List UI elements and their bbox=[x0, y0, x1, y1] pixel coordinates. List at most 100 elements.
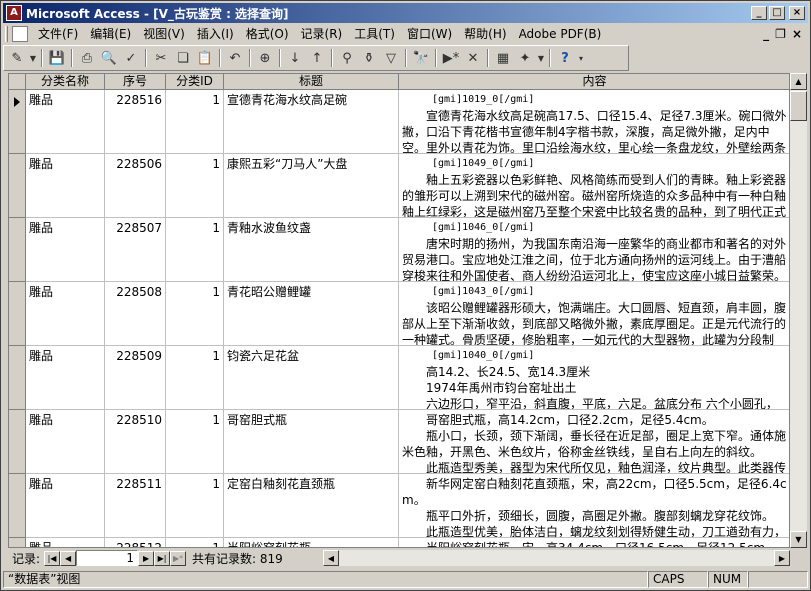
cell-title[interactable]: 当阳峪窑刻花瓶 bbox=[224, 538, 399, 547]
select-all-corner[interactable] bbox=[9, 74, 26, 90]
dropdown-arrow-icon[interactable]: ▼ bbox=[536, 47, 546, 69]
scroll-up-icon[interactable]: ▲ bbox=[790, 73, 807, 90]
spelling-icon[interactable]: ✓ bbox=[120, 47, 142, 69]
cell-category[interactable]: 雕品 bbox=[26, 218, 105, 281]
record-selector[interactable] bbox=[9, 346, 26, 410]
close-button[interactable]: × bbox=[789, 6, 805, 20]
new-record-icon[interactable]: ▶* bbox=[440, 47, 462, 69]
scroll-right-icon[interactable]: ▶ bbox=[774, 550, 790, 566]
paste-icon[interactable]: 📋 bbox=[194, 47, 216, 69]
help-icon[interactable]: ? bbox=[554, 47, 576, 69]
menu-file[interactable]: 文件(F) bbox=[32, 25, 84, 43]
menu-insert[interactable]: 插入(I) bbox=[191, 25, 240, 43]
cell-category-id[interactable]: 1 bbox=[166, 282, 224, 345]
vertical-scrollbar[interactable]: ▲ ▼ bbox=[790, 73, 807, 548]
cell-category-id[interactable]: 1 bbox=[166, 410, 224, 473]
cell-title[interactable]: 哥窑胆式瓶 bbox=[224, 410, 399, 473]
maximize-button[interactable]: □ bbox=[769, 6, 785, 20]
last-record-icon[interactable]: ▶| bbox=[154, 550, 171, 566]
table-row[interactable]: 雕品 228512 1 当阳峪窑刻花瓶 当阳峪窑刻花瓶，宋，高34.4cm，口径… bbox=[26, 538, 789, 547]
horizontal-scrollbar[interactable]: ◀ ▶ bbox=[323, 550, 790, 566]
cell-category-id[interactable]: 1 bbox=[166, 154, 224, 217]
cell-category[interactable]: 雕品 bbox=[26, 282, 105, 345]
menu-adobe-pdf[interactable]: Adobe PDF(B) bbox=[513, 25, 608, 43]
menu-grip[interactable] bbox=[5, 26, 8, 42]
filter-by-selection-icon[interactable]: ⚲ bbox=[336, 47, 358, 69]
print-preview-icon[interactable]: 🔍 bbox=[98, 47, 120, 69]
title-bar[interactable]: A Microsoft Access - [V_古玩鉴赏 : 选择查询] _ □… bbox=[3, 3, 808, 23]
previous-record-icon[interactable]: ◀ bbox=[60, 550, 77, 566]
menu-tools[interactable]: 工具(T) bbox=[348, 25, 401, 43]
table-row[interactable]: 雕品 228510 1 哥窑胆式瓶 哥窑胆式瓶，高14.2cm，口径2.2cm，… bbox=[26, 410, 789, 474]
record-selector[interactable] bbox=[9, 154, 26, 218]
cell-title[interactable]: 宣德青花海水纹高足碗 bbox=[224, 90, 399, 153]
current-record-input[interactable]: 1 bbox=[76, 550, 139, 566]
sort-descending-icon[interactable]: ↑ bbox=[306, 47, 328, 69]
view-icon[interactable]: ✎ bbox=[6, 47, 28, 69]
table-row[interactable]: 雕品 228509 1 钧瓷六足花盆 [gmi]1040_0[/gmi] 高14… bbox=[26, 346, 789, 410]
cell-seq[interactable]: 228507 bbox=[105, 218, 166, 281]
cell-content[interactable]: [gmi]1019_0[/gmi] 宣德青花海水纹高足碗高17.5、口径15.4… bbox=[399, 90, 789, 153]
cell-title[interactable]: 青花昭公赠鲤罐 bbox=[224, 282, 399, 345]
cell-content[interactable]: [gmi]1049_0[/gmi] 釉上五彩瓷器以色彩鲜艳、风格简练而受到人们的… bbox=[399, 154, 789, 217]
database-window-icon[interactable]: ▦ bbox=[492, 47, 514, 69]
menu-help[interactable]: 帮助(H) bbox=[458, 25, 512, 43]
copy-icon[interactable]: ❏ bbox=[172, 47, 194, 69]
minimize-button[interactable]: _ bbox=[751, 6, 767, 20]
menu-view[interactable]: 视图(V) bbox=[137, 25, 191, 43]
cell-category-id[interactable]: 1 bbox=[166, 218, 224, 281]
next-record-icon[interactable]: ▶ bbox=[138, 550, 155, 566]
cell-seq[interactable]: 228512 bbox=[105, 538, 166, 547]
cell-content[interactable]: 当阳峪窑刻花瓶，宋，高34.4cm，口径16.5cm，足径12.5cm。 bbox=[399, 538, 789, 547]
mdi-restore-button[interactable]: ❐ bbox=[775, 27, 786, 41]
first-record-icon[interactable]: |◀ bbox=[44, 550, 61, 566]
sort-ascending-icon[interactable]: ↓ bbox=[284, 47, 306, 69]
hyperlink-icon[interactable]: ⊕ bbox=[254, 47, 276, 69]
cell-content[interactable]: [gmi]1043_0[/gmi] 该昭公赠鲤罐器形硕大，饱满端庄。大口圆唇、短… bbox=[399, 282, 789, 345]
cell-category[interactable]: 雕品 bbox=[26, 346, 105, 409]
cell-category-id[interactable]: 1 bbox=[166, 538, 224, 547]
column-header-category[interactable]: 分类名称 bbox=[26, 74, 105, 90]
table-row[interactable]: 雕品 228507 1 青釉水波鱼纹盏 [gmi]1046_0[/gmi] 唐宋… bbox=[26, 218, 789, 282]
cell-category-id[interactable]: 1 bbox=[166, 346, 224, 409]
filter-by-form-icon[interactable]: ⚱ bbox=[358, 47, 380, 69]
menu-window[interactable]: 窗口(W) bbox=[401, 25, 458, 43]
cell-seq[interactable]: 228509 bbox=[105, 346, 166, 409]
record-selector[interactable] bbox=[9, 218, 26, 282]
cell-category[interactable]: 雕品 bbox=[26, 538, 105, 547]
table-row[interactable]: 雕品 228506 1 康熙五彩“刀马人”大盘 [gmi]1049_0[/gmi… bbox=[26, 154, 789, 218]
cell-seq[interactable]: 228516 bbox=[105, 90, 166, 153]
column-header-title[interactable]: 标题 bbox=[224, 74, 399, 90]
print-icon[interactable]: ⎙ bbox=[76, 47, 98, 69]
cell-content[interactable]: 哥窑胆式瓶，高14.2cm，口径2.2cm，足径5.4cm。 瓶小口，长颈，颈下… bbox=[399, 410, 789, 473]
cell-title[interactable]: 钧瓷六足花盆 bbox=[224, 346, 399, 409]
cell-seq[interactable]: 228511 bbox=[105, 474, 166, 537]
cell-category-id[interactable]: 1 bbox=[166, 474, 224, 537]
table-row[interactable]: 雕品 228516 1 宣德青花海水纹高足碗 [gmi]1019_0[/gmi]… bbox=[26, 90, 789, 154]
cell-seq[interactable]: 228506 bbox=[105, 154, 166, 217]
cell-content[interactable]: 新华网定窑白釉刻花直颈瓶，宋，高22cm，口径5.5cm，足径6.4cm。 瓶平… bbox=[399, 474, 789, 537]
cell-category[interactable]: 雕品 bbox=[26, 474, 105, 537]
undo-icon[interactable]: ↶ bbox=[224, 47, 246, 69]
column-header-category-id[interactable]: 分类ID bbox=[166, 74, 224, 90]
record-selector[interactable] bbox=[9, 90, 26, 154]
scroll-down-icon[interactable]: ▼ bbox=[790, 531, 807, 548]
apply-filter-icon[interactable]: ▽ bbox=[380, 47, 402, 69]
cell-category-id[interactable]: 1 bbox=[166, 90, 224, 153]
cut-icon[interactable]: ✂ bbox=[150, 47, 172, 69]
record-selector[interactable] bbox=[9, 410, 26, 474]
cell-category[interactable]: 雕品 bbox=[26, 410, 105, 473]
cell-category[interactable]: 雕品 bbox=[26, 90, 105, 153]
cell-content[interactable]: [gmi]1046_0[/gmi] 唐宋时期的扬州，为我国东南沿海一座繁华的商业… bbox=[399, 218, 789, 281]
cell-seq[interactable]: 228510 bbox=[105, 410, 166, 473]
toolbar-options-icon[interactable]: ▾ bbox=[576, 47, 586, 69]
save-icon[interactable]: 💾 bbox=[46, 47, 68, 69]
table-row[interactable]: 雕品 228508 1 青花昭公赠鲤罐 [gmi]1043_0[/gmi] 该昭… bbox=[26, 282, 789, 346]
cell-content[interactable]: [gmi]1040_0[/gmi] 高14.2、长24.5、宽14.3厘米 19… bbox=[399, 346, 789, 409]
cell-title[interactable]: 青釉水波鱼纹盏 bbox=[224, 218, 399, 281]
document-icon[interactable] bbox=[12, 26, 28, 42]
mdi-minimize-button[interactable]: _ bbox=[763, 27, 769, 41]
table-row[interactable]: 雕品 228511 1 定窑白釉刻花直颈瓶 新华网定窑白釉刻花直颈瓶，宋，高22… bbox=[26, 474, 789, 538]
column-header-content[interactable]: 内容 bbox=[399, 74, 789, 90]
scroll-left-icon[interactable]: ◀ bbox=[323, 550, 339, 566]
